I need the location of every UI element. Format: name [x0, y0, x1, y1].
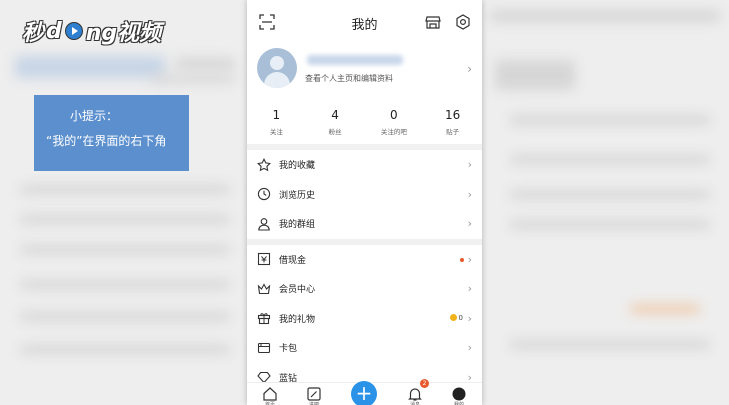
stat-value: 1 [272, 108, 281, 122]
menu-item-gifts[interactable]: 我的礼物 0 › [247, 304, 482, 334]
chevron-right-icon: › [467, 252, 472, 266]
menu-label: 我的礼物 [279, 314, 316, 325]
menu-item-history[interactable]: 浏览历史 › [247, 180, 482, 210]
clock-icon [257, 188, 271, 201]
chevron-right-icon: › [467, 62, 472, 76]
avatar[interactable] [257, 48, 297, 88]
settings-icon[interactable] [455, 14, 471, 30]
tab-feed[interactable]: 进吧 [306, 386, 322, 405]
post-button[interactable]: + [351, 381, 377, 405]
stat-followed-bars[interactable]: 0 关注的吧 [365, 102, 424, 144]
edit-icon [307, 387, 321, 401]
tip-title: 小提示： [70, 109, 119, 123]
stat-label: 关注的吧 [380, 128, 407, 136]
page-title: 我的 [351, 18, 378, 33]
watermark-text-2: d [46, 18, 62, 44]
watermark-logo: 秒 d ng视频 [22, 14, 161, 48]
menu-label: 会员中心 [279, 285, 316, 296]
watermark-text-3: ng视频 [85, 21, 162, 46]
watermark-text-1: 秒 [22, 21, 45, 46]
menu-item-wallet[interactable]: 卡包 › [247, 333, 482, 363]
profile-header[interactable]: 查看个人主页和编辑资料 › [247, 46, 482, 102]
home-icon [263, 387, 277, 401]
stat-label: 贴子 [446, 128, 460, 136]
person-icon [258, 217, 270, 231]
username-blurred [307, 55, 403, 65]
menu-item-member[interactable]: 会员中心 › [247, 274, 482, 304]
stat-label: 关注 [269, 128, 283, 136]
bell-icon [408, 388, 422, 401]
menu-label: 浏览历史 [279, 190, 316, 201]
bottom-tab-bar: 首页 进吧 + 消息 2 我的 [247, 379, 482, 405]
chevron-right-icon: › [467, 217, 472, 230]
play-icon [64, 22, 83, 40]
user-filled-icon [452, 387, 466, 401]
tab-home[interactable]: 首页 [262, 386, 278, 405]
gift-count-value: 0 [458, 313, 463, 322]
gift-count: 0 [449, 313, 463, 322]
tab-label: 我的 [453, 402, 464, 405]
chevron-right-icon: › [467, 282, 472, 295]
menu-item-favorites[interactable]: 我的收藏 › [247, 150, 482, 180]
menu-label: 我的收藏 [279, 161, 316, 172]
stat-fans[interactable]: 4 粉丝 [306, 102, 365, 144]
stat-following[interactable]: 1 关注 [247, 102, 306, 144]
chevron-right-icon: › [467, 187, 472, 201]
wallet-icon [257, 342, 271, 353]
store-icon[interactable] [425, 14, 441, 30]
stat-posts[interactable]: 16 贴子 [423, 102, 482, 144]
menu-label: 我的群组 [279, 220, 316, 231]
message-badge: 2 [420, 379, 429, 388]
tip-box: 小提示： “我的”在界面的右下角 [34, 95, 189, 171]
profile-subtitle: 查看个人主页和编辑资料 [305, 74, 393, 83]
stats-row: 1 关注 4 粉丝 0 关注的吧 16 贴子 [247, 102, 482, 144]
menu-label: 卡包 [279, 344, 298, 355]
stat-label: 粉丝 [328, 128, 342, 136]
tab-mine[interactable]: 我的 [451, 386, 467, 405]
tab-label: 首页 [264, 402, 275, 405]
crown-icon [257, 283, 271, 294]
coin-icon [449, 314, 457, 321]
menu-item-groups[interactable]: 我的群组 › [247, 209, 482, 239]
tab-label: 进吧 [308, 402, 319, 405]
phone-screen: 我的 查看个人主页和编辑资料 › 1 关注 4 粉丝 0 关注的吧 16 贴子 … [247, 0, 482, 405]
star-icon [257, 157, 271, 172]
menu-label: 借现金 [279, 255, 307, 266]
notification-dot [460, 257, 464, 262]
tab-messages[interactable]: 消息 [407, 386, 423, 405]
top-bar: 我的 [247, 0, 482, 46]
chevron-right-icon: › [467, 311, 472, 325]
stat-value: 4 [331, 108, 339, 122]
tab-label: 消息 [409, 402, 420, 405]
gift-icon [257, 313, 271, 325]
stat-value: 0 [390, 108, 398, 122]
stat-value: 16 [444, 108, 461, 122]
menu-item-loan[interactable]: 借现金 › [247, 245, 482, 275]
chevron-right-icon: › [467, 158, 472, 171]
tip-text: “我的”在界面的右下角 [46, 134, 167, 148]
loan-icon [257, 253, 271, 266]
chevron-right-icon: › [467, 341, 472, 354]
